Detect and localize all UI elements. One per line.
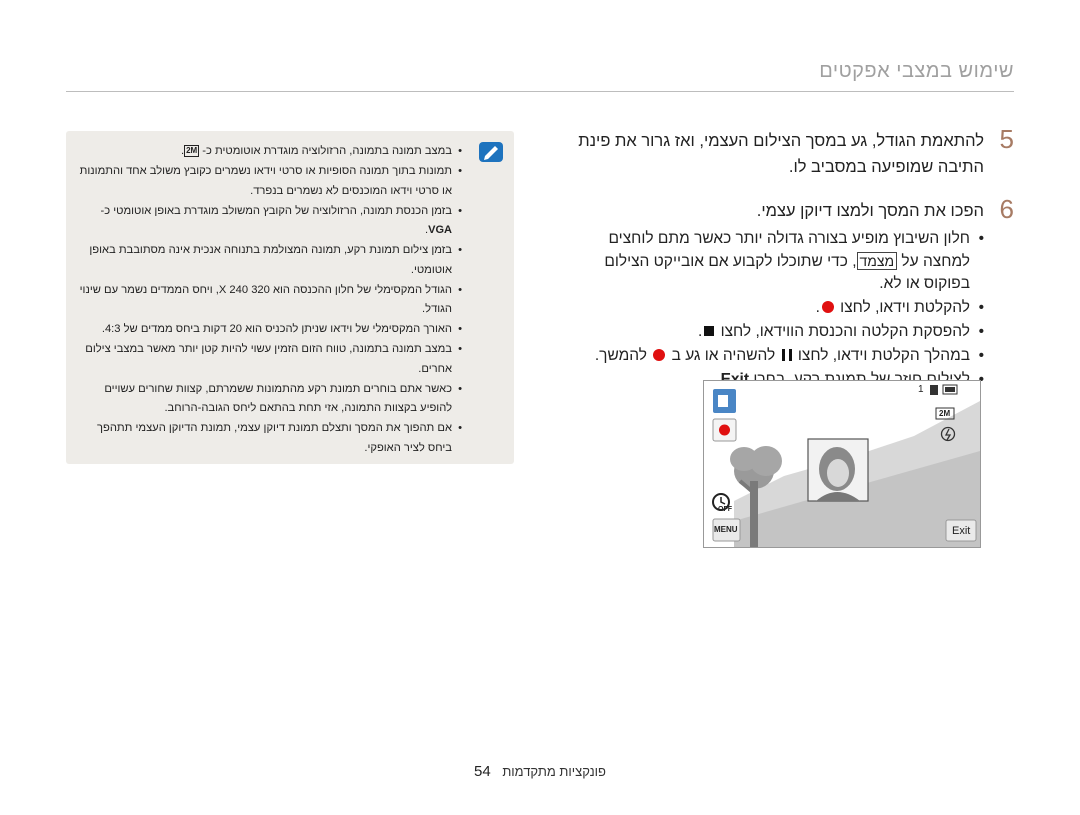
record-icon — [719, 424, 730, 436]
list-item: כאשר אתם בוחרים תמונת רקע מהתמונות ששמרת… — [76, 380, 462, 419]
step-number: 6 — [999, 194, 1014, 224]
camera-preview: 1 2M OFF MENU Exit — [703, 380, 981, 548]
stop-icon — [704, 326, 715, 336]
inserted-photo-frame — [807, 438, 869, 502]
step-number: 5 — [999, 124, 1014, 154]
page-footer: פונקציות מתקדמות 54 — [0, 763, 1080, 780]
note-box: במצב תמונה בתמונה, הרזולוציה מוגדרת אוטו… — [66, 131, 514, 464]
vga-label: VGA — [428, 224, 452, 236]
list-item: במהלך הקלטת וידאו, לחצו להשהיה או גע ב ל… — [564, 345, 984, 367]
footer-section: פונקציות מתקדמות — [502, 764, 606, 779]
pause-icon — [781, 349, 792, 361]
section-title: שימוש במצבי אפקטים — [819, 60, 1014, 82]
list-item: במצב תמונה בתמונה, הרזולוציה מוגדרת אוטו… — [76, 142, 462, 162]
list-item: להקלטת וידאו, לחצו . — [564, 297, 984, 319]
note-list: במצב תמונה בתמונה, הרזולוציה מוגדרת אוטו… — [66, 131, 514, 458]
resolution-icon: 2M — [184, 145, 200, 157]
step-bullets: חלון השיבוץ מופיע בצורה גדולה יותר כאשר … — [564, 228, 984, 391]
shutter-key-label: מצמד — [856, 252, 898, 270]
list-item: הגודל המקסימלי של חלון ההכנסה הוא 320 X … — [76, 281, 462, 320]
timer-off-label: OFF — [718, 506, 732, 513]
record-icon — [653, 349, 666, 361]
memory-card-icon — [930, 385, 938, 395]
step-text: הפכו את המסך ולמצו דיוקן עצמי. — [756, 202, 984, 220]
resolution-label: 2M — [939, 409, 951, 418]
list-item: בזמן צילום תמונת רקע, תמונה המצולמת בתנו… — [76, 241, 462, 280]
header-divider — [66, 91, 1014, 92]
page-number: 54 — [474, 763, 491, 780]
list-item: האורך המקסימלי של וידאו שניתן להכניס הוא… — [76, 320, 462, 340]
shot-counter: 1 — [918, 384, 924, 395]
menu-label[interactable]: MENU — [714, 525, 738, 534]
list-item: בזמן הכנסת תמונה, הרזולוציה של הקובץ המש… — [76, 202, 462, 241]
list-item: אם תהפוך את המסך ותצלם תמונת דיוקן עצמי,… — [76, 419, 462, 458]
camera-scene — [712, 384, 980, 547]
record-icon — [821, 301, 834, 313]
step-6: 6 הפכו את המסך ולמצו דיוקן עצמי. חלון הש… — [564, 194, 1014, 391]
step-5: 5 להתאמת הגודל, גע במסך הצילום העצמי, וא… — [564, 124, 1014, 180]
list-item: להפסקת הקלטה והכנסת הווידאו, לחצו . — [564, 321, 984, 343]
list-item: תמונות בתוך תמונה הסופיות או סרטי וידאו … — [76, 162, 462, 201]
list-item: חלון השיבוץ מופיע בצורה גדולה יותר כאשר … — [564, 228, 984, 295]
exit-label[interactable]: Exit — [952, 525, 970, 537]
step-text: להתאמת הגודל, גע במסך הצילום העצמי, ואז … — [578, 132, 984, 176]
steps-column: 5 להתאמת הגודל, גע במסך הצילום העצמי, וא… — [564, 124, 1014, 405]
note-icon — [479, 142, 503, 162]
list-item: במצב תמונה בתמונה, טווח הזום הזמין עשוי … — [76, 340, 462, 379]
